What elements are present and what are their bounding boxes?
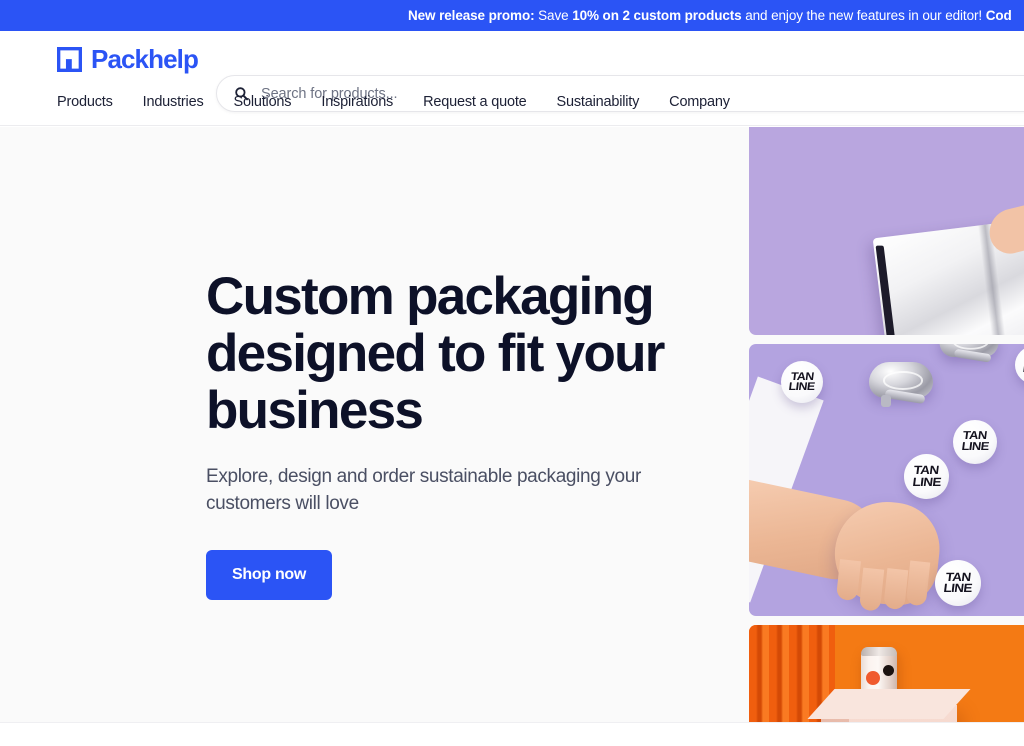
nav-item-inspirations[interactable]: Inspirations (321, 94, 393, 110)
logo-wordmark: Packhelp (91, 44, 199, 74)
hero-image-roy-cans[interactable]: HANDCRAFTED, HIGH QUALITY ROY ROY (749, 625, 1024, 722)
tan-line-badge: TAN LINE (953, 420, 997, 464)
nav-item-request-a-quote[interactable]: Request a quote (423, 94, 527, 110)
tan-line-badge-held: TAN LINE (935, 560, 981, 606)
finger (858, 567, 885, 612)
promo-lead: New release promo: (408, 8, 535, 23)
nav-item-company[interactable]: Company (669, 94, 730, 110)
mailer-fold (875, 245, 897, 335)
nav-item-products[interactable]: Products (57, 94, 113, 110)
bicycle-bell-graphic (869, 362, 933, 410)
can-dot (866, 671, 880, 685)
hero-copy: Custom packaging designed to fit your bu… (206, 268, 676, 600)
tan-line-badge: TAN LINE (904, 454, 949, 499)
badge-line-2: LINE (911, 474, 942, 489)
promo-tail: and enjoy the new features in our editor… (741, 8, 986, 23)
roy-carton-box: HANDCRAFTED, HIGH QUALITY ROY ROY (807, 689, 971, 722)
badge-line-2: LINE (943, 581, 974, 595)
packhelp-square-icon (57, 47, 82, 72)
badge-line-2: LINE (960, 441, 990, 453)
tan-line-badge: TAN LINE (781, 361, 823, 403)
hero-image-white-mailer[interactable] (749, 127, 1024, 335)
promo-banner[interactable]: New release promo: Save 10% on 2 custom … (0, 0, 1024, 31)
tan-line-badge: TAN LINE (1015, 346, 1024, 384)
bell-foot (881, 395, 891, 407)
nav-item-sustainability[interactable]: Sustainability (557, 94, 640, 110)
finger (883, 568, 909, 611)
main-navigation: Products Industries Solutions Inspiratio… (57, 94, 730, 110)
promo-code-truncated: Cod (985, 8, 1012, 23)
promo-banner-text: New release promo: Save 10% on 2 custom … (408, 0, 1012, 31)
promo-offer: 10% on 2 custom products (572, 8, 742, 23)
shop-now-button[interactable]: Shop now (206, 550, 333, 600)
promo-save-text: Save (534, 8, 573, 23)
hero-image-tan-line-badges[interactable]: TAN LINE TAN LINE TAN LINE TAN LINE TAN … (749, 344, 1024, 616)
hero-subtitle: Explore, design and order sustainable pa… (206, 466, 641, 514)
hero-image-gallery: TAN LINE TAN LINE TAN LINE TAN LINE TAN … (749, 127, 1024, 722)
can-brand-mark (883, 665, 894, 676)
packhelp-logo[interactable]: Packhelp (57, 44, 199, 74)
finger (835, 559, 861, 602)
can-lid (861, 647, 897, 656)
bicycle-bell-graphic-secondary (939, 344, 999, 368)
hero-section: Custom packaging designed to fit your bu… (0, 127, 1024, 722)
nav-item-solutions[interactable]: Solutions (234, 94, 292, 110)
site-header: Packhelp Products Industries Solutions I… (0, 31, 1024, 126)
box-top-flap (807, 689, 971, 719)
badge-line-2: LINE (788, 381, 816, 393)
page-bottom-strip (0, 722, 1024, 746)
nav-item-industries[interactable]: Industries (143, 94, 204, 110)
thumb (905, 560, 931, 607)
hero-title: Custom packaging designed to fit your bu… (206, 267, 665, 440)
